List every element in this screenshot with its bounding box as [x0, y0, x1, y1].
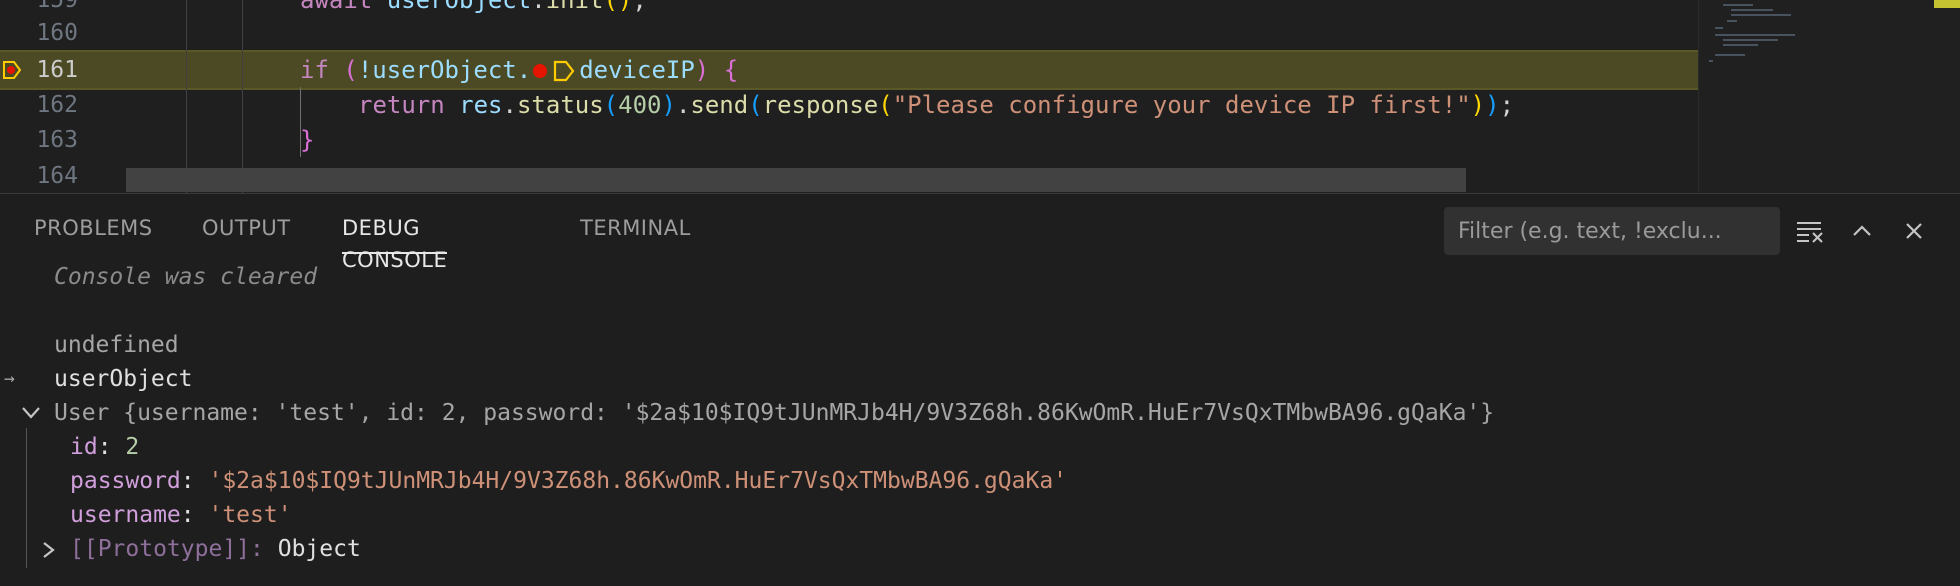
code-brace: {: [723, 56, 739, 84]
object-property-password[interactable]: password: '$2a$10$IQ9tJUnMRJb4H/9V3Z68h.…: [70, 464, 1067, 498]
property-value: '$2a$10$IQ9tJUnMRJb4H/9V3Z68h.86KwOmR.Hu…: [208, 468, 1068, 494]
line-number: 161: [36, 57, 78, 83]
indent-guide-active: [300, 87, 301, 157]
chevron-down-icon[interactable]: [20, 404, 42, 422]
current-line-highlight: 161 if (!userObject. deviceIP) {: [0, 50, 1700, 90]
code-function: init: [545, 0, 604, 14]
inline-stack-frame-icon: [554, 60, 575, 82]
line-number: 162: [36, 92, 78, 118]
code-function: send: [690, 91, 749, 119]
maximize-panel-button[interactable]: [1844, 213, 1880, 249]
prototype-separator: :: [250, 536, 278, 562]
code-line: 162 return res.status(400).send(response…: [0, 87, 1698, 123]
property-value: 'test': [208, 502, 292, 528]
line-number: 160: [36, 20, 78, 46]
chevron-right-icon[interactable]: [40, 540, 56, 560]
tab-problems[interactable]: PROBLEMS: [34, 212, 153, 252]
object-prototype[interactable]: [[Prototype]]: Object: [70, 532, 361, 566]
clear-console-icon: [1797, 222, 1823, 243]
console-cleared-message: Console was cleared: [54, 264, 318, 290]
console-output-line: undefined: [54, 332, 179, 358]
code-member: deviceIP: [579, 56, 695, 84]
code-keyword: if: [300, 56, 329, 84]
object-property-username[interactable]: username: 'test': [70, 498, 292, 532]
property-separator: :: [180, 502, 209, 528]
property-key: password: [70, 468, 181, 494]
code-paren: (): [603, 0, 633, 14]
code-string: "Please configure your device IP first!": [892, 91, 1471, 119]
code-editor[interactable]: 159 await userObject.init(); 160 161 if …: [0, 0, 1960, 193]
tree-indent-guide: [26, 428, 27, 568]
tab-debug-console[interactable]: DEBUG CONSOLE: [342, 212, 448, 272]
inline-breakpoint-icon[interactable]: [533, 64, 548, 78]
code-keyword: await: [300, 0, 387, 14]
prototype-key: [[Prototype]]: [70, 536, 251, 562]
property-key: username: [70, 502, 181, 528]
close-panel-button[interactable]: [1896, 213, 1932, 249]
line-number: 163: [36, 127, 78, 153]
object-summary[interactable]: User {username: 'test', id: 2, password:…: [54, 396, 1494, 430]
tab-terminal[interactable]: TERMINAL: [580, 212, 691, 252]
close-icon: [1906, 223, 1922, 239]
prototype-value: Object: [277, 536, 361, 562]
property-key: id: [70, 434, 98, 460]
code-text: return res.status(400).send(response("Pl…: [358, 91, 1515, 119]
clear-console-button[interactable]: [1792, 213, 1828, 249]
minimap[interactable]: [1698, 0, 1960, 193]
object-property-id[interactable]: id: 2: [70, 430, 139, 464]
line-number: 164: [36, 163, 78, 189]
code-text: if (!userObject. deviceIP) {: [300, 52, 738, 88]
bottom-panel: PROBLEMS OUTPUT DEBUG CONSOLE TERMINAL F…: [0, 193, 1960, 586]
code-paren: ): [694, 56, 710, 84]
minimap-slider[interactable]: [1699, 0, 1960, 193]
code-line: 160: [0, 15, 1698, 51]
code-semicolon: ;: [1499, 91, 1515, 119]
code-function: status: [516, 91, 604, 119]
debug-console-output[interactable]: Console was cleared undefined → userObje…: [0, 260, 1960, 586]
property-value: 2: [125, 434, 140, 460]
input-arrow-icon: →: [4, 368, 15, 389]
indent-guide: [186, 0, 187, 193]
chevron-up-icon: [1853, 225, 1871, 236]
property-separator: :: [97, 434, 126, 460]
code-text: }: [300, 126, 315, 154]
indent-guide: [242, 0, 243, 193]
code-paren: (: [343, 56, 358, 84]
console-input-echo: userObject: [54, 366, 193, 392]
code-function: response: [762, 91, 879, 119]
code-expression: !userObject.: [357, 56, 532, 84]
code-keyword: return: [358, 91, 445, 119]
horizontal-scrollbar[interactable]: [126, 168, 1466, 192]
vscode-window: 159 await userObject.init(); 160 161 if …: [0, 0, 1960, 586]
code-variable: res: [459, 91, 503, 119]
console-filter-input[interactable]: [1444, 207, 1780, 255]
tab-output[interactable]: OUTPUT: [202, 212, 291, 252]
code-variable: userObject: [386, 0, 532, 14]
property-separator: :: [180, 468, 209, 494]
minimap-find-marker: [1934, 0, 1960, 8]
code-line: 163 }: [0, 122, 1698, 158]
code-number: 400: [618, 91, 662, 119]
